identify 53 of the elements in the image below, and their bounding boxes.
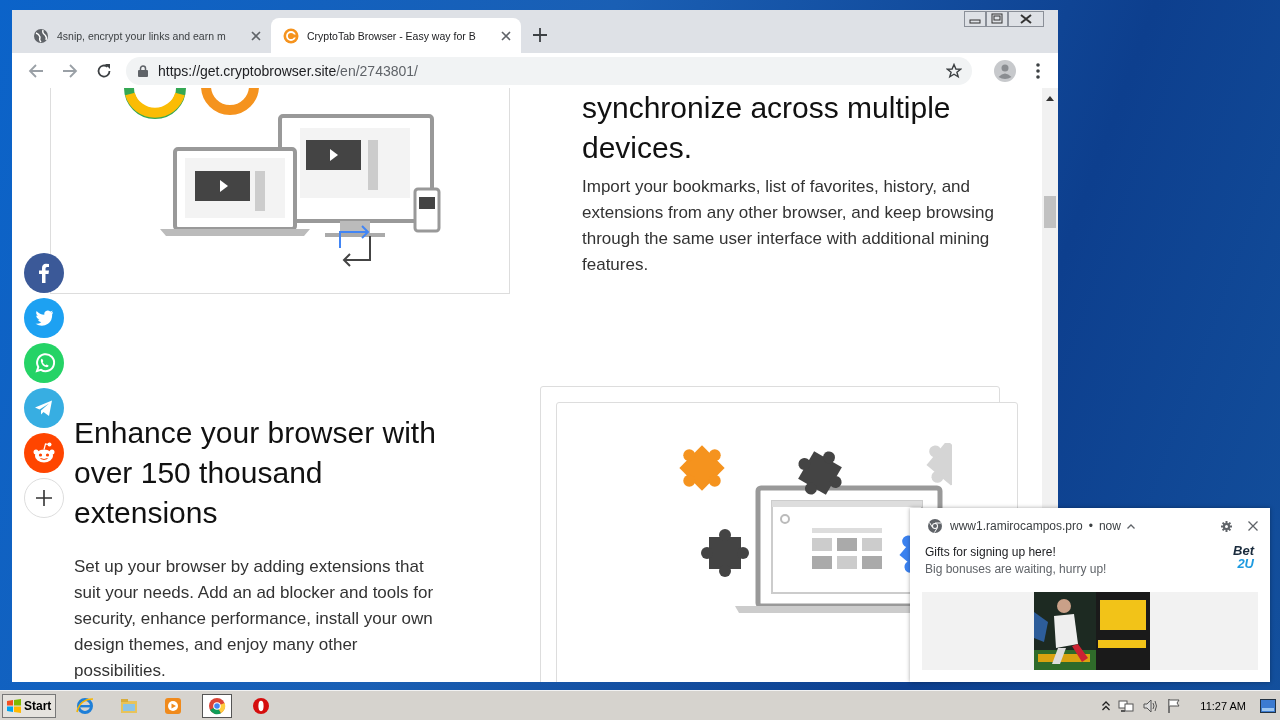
notification-message: Big bonuses are waiting, hurry up! <box>925 561 1108 578</box>
scroll-up-icon[interactable] <box>1046 96 1054 101</box>
collapse-caret-icon[interactable] <box>1126 523 1135 529</box>
url-path: /en/2743801/ <box>336 62 418 79</box>
close-tab-icon[interactable] <box>251 30 261 41</box>
notification-source: www1.ramirocampos.pro <box>950 519 1083 533</box>
section-text: Import your bookmarks, list of favorites, history, and extensions from any other browser, and keep browsing through the same user interface with additional mining features. <box>582 176 995 276</box>
logo-text: 2U <box>1237 557 1254 570</box>
notification-title: Gifts for signing up here! <box>925 544 1057 560</box>
logo-text: Bet <box>1233 544 1254 557</box>
close-icon[interactable] <box>1248 521 1258 531</box>
profile-avatar-icon[interactable] <box>994 59 1016 82</box>
globe-icon <box>33 27 49 44</box>
show-hidden-icons-caret[interactable] <box>1102 700 1111 711</box>
maximize-button[interactable] <box>986 11 1008 27</box>
notification-time: now <box>1098 519 1121 533</box>
section-heading: synchronize across multiple devices. <box>582 90 952 166</box>
network-icon[interactable] <box>1118 697 1135 714</box>
speaker-icon[interactable] <box>1142 697 1159 714</box>
taskbar-button[interactable] <box>202 693 233 718</box>
settings-icon[interactable] <box>1221 520 1232 532</box>
plus-icon[interactable] <box>24 478 64 518</box>
facebook-icon[interactable] <box>24 253 64 293</box>
section-text: Set up your browser by adding extensions that suit your needs. Add an ad blocker and tools for security, enhance performance, install your own design themes, and enjoy many other possibilities. <box>74 556 435 682</box>
new-tab-icon[interactable] <box>533 28 547 42</box>
section-heading: Enhance your browser with over 150 thousand extensions <box>74 415 437 531</box>
separator-dot: • <box>1088 519 1093 533</box>
site-logo-icon <box>283 27 299 44</box>
browser-logo-icon <box>928 519 942 533</box>
lock-icon <box>138 64 148 77</box>
windows-flag-icon <box>7 698 21 713</box>
browser-e-icon[interactable] <box>76 696 95 715</box>
browser-tab[interactable]: 4snip, encrypt your links and earn m <box>21 18 271 53</box>
clock[interactable]: 11:27 AM <box>1200 699 1246 712</box>
close-tab-icon[interactable] <box>501 30 511 41</box>
menu-icon[interactable] <box>1036 62 1040 79</box>
forward-icon[interactable] <box>62 62 78 79</box>
close-button[interactable] <box>1008 11 1044 27</box>
flag-icon[interactable] <box>1166 697 1183 714</box>
url-host: https://get.cryptobrowser.site <box>158 62 337 79</box>
show-desktop-icon[interactable] <box>1260 698 1276 713</box>
alien-face-icon[interactable] <box>24 433 64 473</box>
browser-tab[interactable]: CryptoTab Browser - Easy way for B <box>271 18 521 53</box>
address-bar[interactable]: https://get.cryptobrowser.site/en/2743801/ <box>126 56 972 85</box>
reload-icon[interactable] <box>96 62 112 79</box>
minimize-button[interactable] <box>964 11 986 27</box>
twitter-bird-icon[interactable] <box>24 298 64 338</box>
start-button[interactable]: Start <box>2 693 57 718</box>
browser-logo-icon[interactable] <box>208 696 227 715</box>
opera-o-icon[interactable] <box>252 696 271 715</box>
scrollbar-thumb[interactable] <box>1044 196 1056 228</box>
bookmark-star-icon[interactable] <box>946 62 962 79</box>
back-icon[interactable] <box>28 62 44 79</box>
